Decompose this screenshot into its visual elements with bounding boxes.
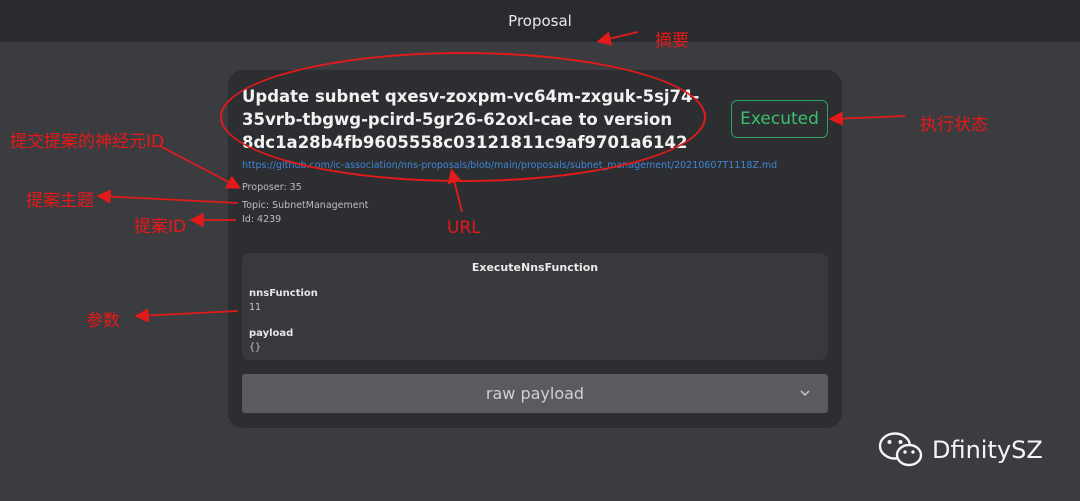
chevron-down-icon xyxy=(800,390,810,397)
arrow-params xyxy=(134,308,239,323)
annotation-params: 参数 xyxy=(86,311,120,331)
arrow-topic xyxy=(96,189,239,204)
arrow-status xyxy=(828,111,906,126)
annotation-id: 提案ID xyxy=(134,217,187,237)
annotation-proposer: 提交提案的神经元ID xyxy=(10,132,165,152)
raw-payload-label: raw payload xyxy=(485,384,585,403)
field-value-nnsfunction: 11 xyxy=(249,302,262,313)
annotation-topic: 提案主题 xyxy=(26,191,94,211)
payload-box: ExecuteNnsFunction nnsFunction 11 payloa… xyxy=(242,253,828,360)
status-badge: Executed xyxy=(731,100,828,138)
top-bar: Proposal xyxy=(0,0,1080,42)
annotation-status: 执行状态 xyxy=(920,115,988,135)
topic-text: Topic: SubnetManagement xyxy=(242,200,369,211)
page-title: Proposal xyxy=(508,12,572,30)
watermark: DfinitySZ xyxy=(878,430,1043,470)
wechat-icon xyxy=(878,432,923,467)
id-text: Id: 4239 xyxy=(242,214,282,225)
proposer-text: Proposer: 35 xyxy=(242,182,302,193)
annotation-summary: 摘要 xyxy=(655,31,689,51)
annotation-url: URL xyxy=(447,218,481,238)
watermark-text: DfinitySZ xyxy=(932,436,1043,464)
arrow-proposer xyxy=(159,145,242,189)
raw-payload-toggle[interactable]: raw payload xyxy=(242,374,828,413)
field-value-payload: {} xyxy=(249,342,262,353)
title-highlight-ellipse xyxy=(220,52,706,182)
payload-header: ExecuteNnsFunction xyxy=(471,261,599,274)
field-label-payload: payload xyxy=(249,328,294,339)
field-label-nnsfunction: nnsFunction xyxy=(249,288,318,299)
